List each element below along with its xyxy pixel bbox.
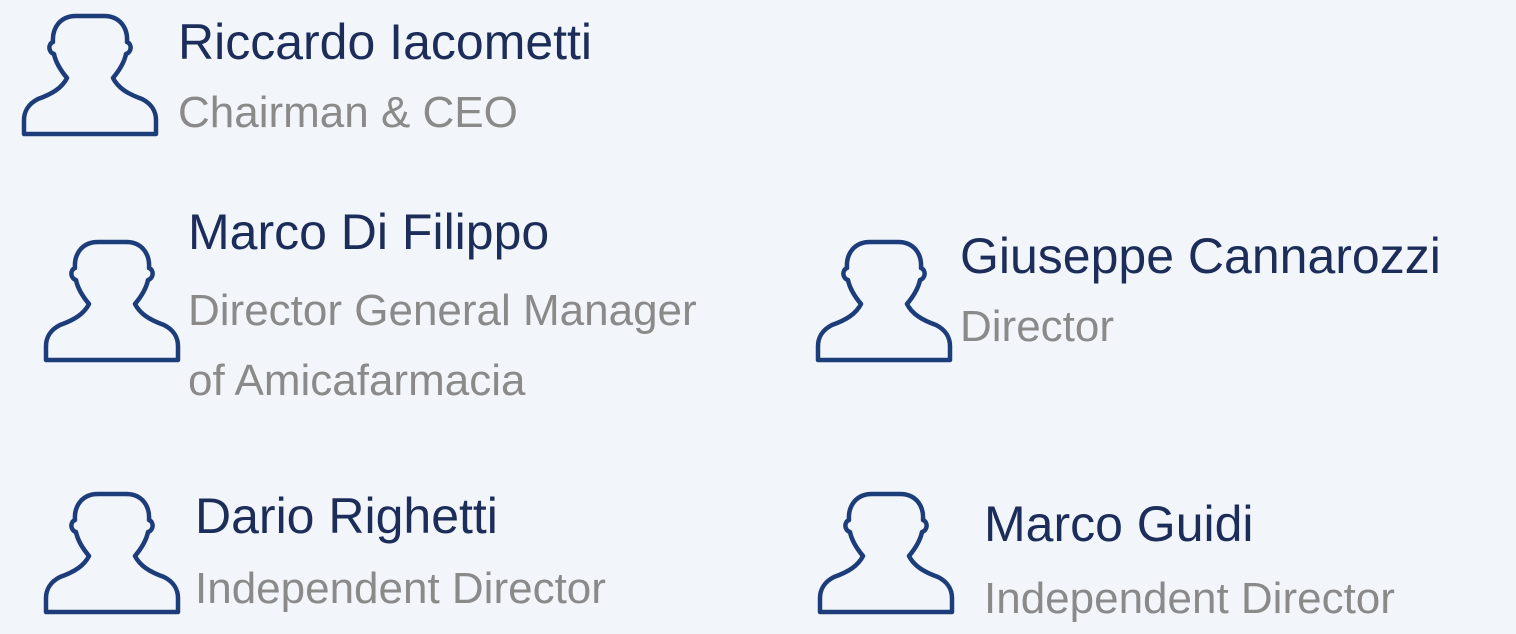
person-role: Chairman & CEO [178, 88, 518, 137]
person-name: Marco Guidi [984, 496, 1254, 552]
person-name: Dario Righetti [195, 488, 498, 544]
person-icon [42, 484, 182, 624]
person-role-line-2: of Amicafarmacia [188, 356, 526, 405]
person-icon [816, 484, 956, 624]
person-name: Giuseppe Cannarozzi [960, 228, 1441, 284]
person-icon [814, 232, 954, 372]
person-name: Riccardo Iacometti [178, 14, 593, 70]
person-role: Independent Director [984, 574, 1395, 623]
person-icon [20, 6, 160, 146]
person-role-line-1: Director General Manager [188, 286, 697, 335]
person-role: Independent Director [195, 564, 606, 613]
person-name: Marco Di Filippo [188, 204, 550, 260]
person-role: Director [960, 302, 1115, 351]
person-icon [42, 232, 182, 372]
